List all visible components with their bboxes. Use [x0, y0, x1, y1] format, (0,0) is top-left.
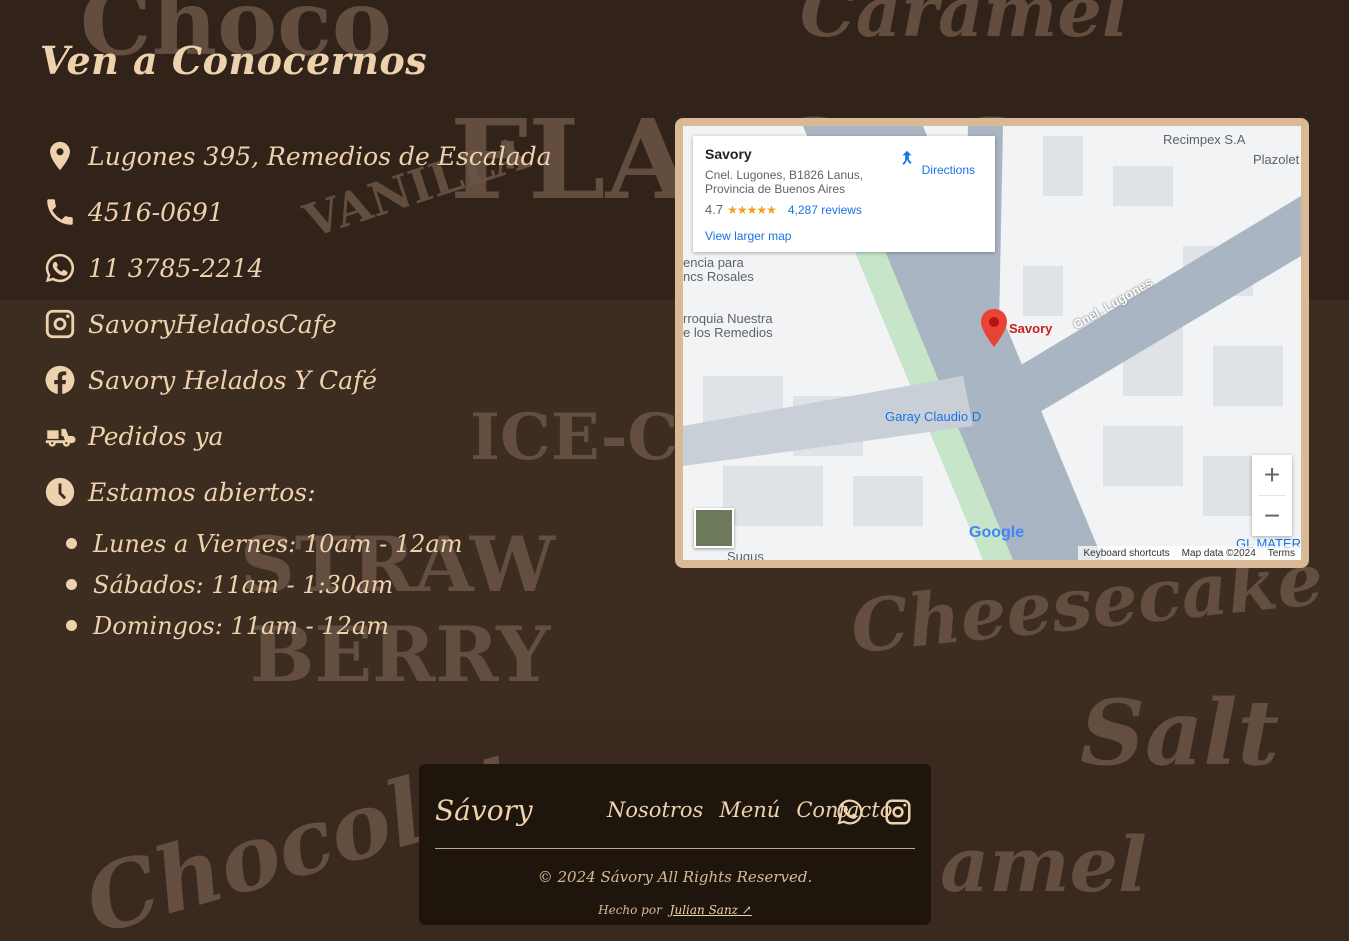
- bg-word-caramel-2: amel: [940, 820, 1147, 909]
- contact-phone[interactable]: 4516-0691: [42, 184, 552, 240]
- contact-hours-heading: Estamos abiertos:: [42, 464, 552, 520]
- contact-whatsapp[interactable]: 11 3785-2214: [42, 240, 552, 296]
- footer-brand[interactable]: Sávory: [435, 794, 533, 827]
- bullet: [66, 538, 77, 549]
- map-pin-icon: [981, 309, 1007, 347]
- section-title: Ven a Conocernos: [40, 38, 428, 83]
- poi-rosales: encia para ncs Rosales: [683, 255, 754, 284]
- map-pin[interactable]: [980, 309, 1008, 352]
- poi-plazoleta: Plazolet: [1253, 152, 1300, 167]
- hours-weekdays-text: Lunes a Viernes: 10am - 12am: [93, 529, 463, 558]
- instagram-icon: [42, 306, 78, 342]
- directions-icon: [902, 150, 912, 165]
- instagram-icon: [885, 799, 911, 825]
- contact-list: Lugones 395, Remedios de Escalada 4516-0…: [42, 128, 552, 520]
- terms-link[interactable]: Terms: [1268, 548, 1295, 559]
- whatsapp-icon: [42, 250, 78, 286]
- zoom-controls: + −: [1252, 455, 1292, 536]
- hours-sunday-text: Domingos: 11am - 12am: [93, 611, 390, 640]
- hours-weekdays: Lunes a Viernes: 10am - 12am: [66, 523, 462, 564]
- bullet: [66, 620, 77, 631]
- contact-address-text: Lugones 395, Remedios de Escalada: [88, 141, 552, 171]
- footer-credit: Hecho por Julian Sanz ↗: [419, 903, 931, 917]
- map-data-text: Map data ©2024: [1181, 547, 1256, 559]
- bg-word-salt: Salt: [1080, 680, 1280, 786]
- view-larger-map-link[interactable]: View larger map: [705, 229, 983, 243]
- footer-divider: [435, 848, 915, 849]
- clock-icon: [42, 474, 78, 510]
- satellite-toggle-thumbnail[interactable]: [694, 508, 734, 548]
- bg-word-caramel: Caramel: [800, 0, 1129, 53]
- rating-stars-icon: ★★★★★: [727, 202, 777, 217]
- embedded-map[interactable]: Recimpex S.A Plazolet encia para ncs Ros…: [683, 126, 1301, 560]
- poi-parroquia: rroquia Nuestra e los Remedios: [683, 311, 773, 340]
- opening-hours-list: Lunes a Viernes: 10am - 12am Sábados: 11…: [66, 523, 462, 646]
- poi-sugus: Sugus: [727, 549, 764, 560]
- facebook-icon: [42, 362, 78, 398]
- zoom-in-button[interactable]: +: [1252, 455, 1292, 495]
- directions-label: Directions: [921, 163, 975, 177]
- location-pin-icon: [42, 138, 78, 174]
- map-attribution: Keyboard shortcuts Map data ©2024 Terms: [1077, 546, 1301, 560]
- reviews-link[interactable]: 4,287 reviews: [788, 203, 862, 217]
- nav-link-nosotros[interactable]: Nosotros: [607, 798, 703, 822]
- contact-facebook-text: Savory Helados Y Café: [88, 365, 378, 395]
- phone-icon: [42, 194, 78, 230]
- bullet: [66, 579, 77, 590]
- rating-value: 4.7: [705, 202, 724, 217]
- site-footer: Sávory Nosotros Menú Contacto © 2024 Sáv…: [419, 764, 931, 925]
- delivery-scooter-icon: [42, 418, 78, 454]
- contact-whatsapp-text: 11 3785-2214: [88, 253, 264, 283]
- footer-instagram-link[interactable]: [883, 797, 913, 827]
- google-logo: Google: [969, 524, 1025, 541]
- map-frame: Recimpex S.A Plazolet encia para ncs Ros…: [675, 118, 1309, 568]
- hours-saturday: Sábados: 11am - 1:30am: [66, 564, 462, 605]
- hours-sunday: Domingos: 11am - 12am: [66, 605, 462, 646]
- directions-button[interactable]: Directions: [896, 148, 975, 177]
- contact-pedidosya-text: Pedidos ya: [88, 421, 224, 451]
- footer-whatsapp-link[interactable]: [835, 797, 865, 827]
- contact-address[interactable]: Lugones 395, Remedios de Escalada: [42, 128, 552, 184]
- poi-garay: Garay Claudio D: [885, 409, 982, 424]
- contact-phone-text: 4516-0691: [88, 197, 224, 227]
- whatsapp-icon: [837, 799, 863, 825]
- contact-facebook[interactable]: Savory Helados Y Café: [42, 352, 552, 408]
- nav-link-menu[interactable]: Menú: [719, 798, 780, 822]
- credit-author-link[interactable]: Julian Sanz ↗: [670, 903, 752, 917]
- contact-pedidosya[interactable]: Pedidos ya: [42, 408, 552, 464]
- footer-copyright: © 2024 Sávory All Rights Reserved.: [537, 868, 813, 886]
- hours-heading-text: Estamos abiertos:: [88, 477, 316, 507]
- place-rating: 4.7 ★★★★★ 4,287 reviews: [705, 202, 983, 217]
- zoom-out-button[interactable]: −: [1252, 496, 1292, 536]
- keyboard-shortcuts-link[interactable]: Keyboard shortcuts: [1084, 548, 1170, 559]
- contact-instagram-text: SavoryHeladosCafe: [88, 309, 337, 339]
- place-address: Cnel. Lugones, B1826 Lanus, Provincia de…: [705, 168, 864, 196]
- credit-prefix: Hecho por: [598, 903, 662, 917]
- poi-recimpex: Recimpex S.A: [1163, 132, 1246, 147]
- contact-instagram[interactable]: SavoryHeladosCafe: [42, 296, 552, 352]
- place-info-card: Savory Cnel. Lugones, B1826 Lanus, Provi…: [693, 136, 995, 252]
- map-pin-label: Savory: [1009, 321, 1053, 336]
- hours-saturday-text: Sábados: 11am - 1:30am: [93, 570, 394, 599]
